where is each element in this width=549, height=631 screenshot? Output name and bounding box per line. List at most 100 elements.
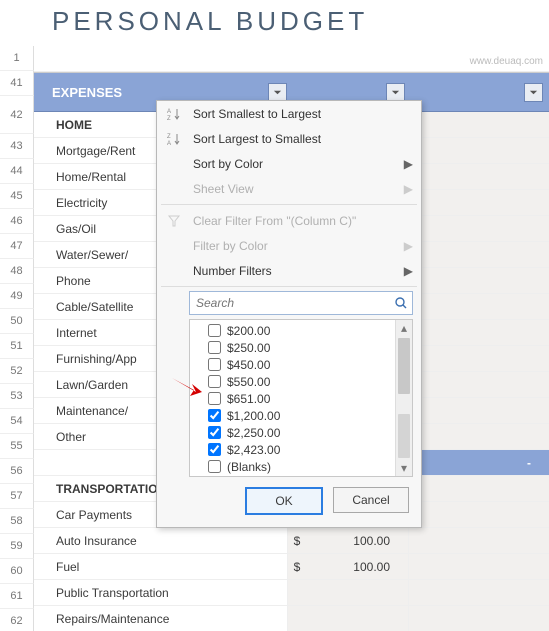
search-icon: [390, 296, 412, 310]
filter-checkbox[interactable]: [208, 392, 221, 405]
scroll-thumb-lower[interactable]: [398, 414, 410, 458]
row-number: 45: [0, 184, 34, 209]
row-number: 54: [0, 409, 34, 434]
cell-col-b[interactable]: [409, 372, 549, 397]
cell-col-b[interactable]: [409, 268, 549, 293]
cell-col-b[interactable]: $-: [409, 450, 549, 475]
filter-value-label: $1,200.00: [227, 409, 280, 423]
cell-col-a[interactable]: [287, 606, 409, 631]
svg-text:Z: Z: [167, 134, 171, 140]
cell-col-b[interactable]: [409, 346, 549, 371]
scroll-up-icon[interactable]: ▴: [396, 320, 412, 336]
row-number: 48: [0, 259, 34, 284]
svg-text:A: A: [167, 141, 171, 146]
filter-value-label: $200.00: [227, 324, 270, 338]
cell-col-b[interactable]: [409, 528, 549, 553]
row-number: 49: [0, 284, 34, 309]
row-number: 50: [0, 309, 34, 334]
filter-values-list[interactable]: $200.00 $250.00$450.00$550.00$651.00 $1,20…: [189, 319, 413, 477]
row-number: 44: [0, 159, 34, 184]
cell-col-b[interactable]: [409, 606, 549, 631]
filter-button-col-b[interactable]: [386, 83, 405, 102]
separator: [161, 286, 417, 287]
cell-col-b[interactable]: [409, 190, 549, 215]
cell-col-a[interactable]: $100.00: [287, 554, 409, 579]
filter-checkbox[interactable]: [208, 460, 221, 473]
cell-value: 100.00: [306, 560, 408, 574]
row-number: 41: [0, 71, 34, 96]
filter-value-item[interactable]: $550.00: [194, 373, 408, 390]
sort-ascending[interactable]: AZ Sort Smallest to Largest: [157, 101, 421, 126]
cell-value: -: [427, 456, 549, 470]
filter-search[interactable]: [189, 291, 413, 315]
cell-col-b[interactable]: [409, 580, 549, 605]
svg-text:A: A: [167, 109, 171, 115]
filter-checkbox[interactable]: [208, 358, 221, 371]
row-number: 51: [0, 334, 34, 359]
filter-button-col-c[interactable]: [524, 83, 543, 102]
filter-value-item[interactable]: $2,423.00: [194, 441, 408, 458]
menu-label: Sort Largest to Smallest: [193, 132, 413, 146]
cancel-button[interactable]: Cancel: [333, 487, 409, 513]
row-label: Fuel: [34, 560, 287, 574]
filter-value-label: $2,250.00: [227, 426, 280, 440]
filter-checkbox[interactable]: [208, 443, 221, 456]
svg-text:Z: Z: [167, 116, 171, 121]
cell-col-b[interactable]: [409, 242, 549, 267]
submenu-arrow-icon: ▶: [404, 182, 413, 196]
cell-col-a[interactable]: $100.00: [287, 528, 409, 553]
cell-col-b[interactable]: [409, 424, 549, 449]
filter-by-color: Filter by Color ▶: [157, 233, 421, 258]
filter-checkbox[interactable]: [208, 375, 221, 388]
row-number: 53: [0, 384, 34, 409]
cell-col-b[interactable]: [409, 112, 549, 137]
cell-col-b[interactable]: [409, 216, 549, 241]
ok-button[interactable]: OK: [245, 487, 323, 515]
filter-value-item[interactable]: $450.00: [194, 356, 408, 373]
cell-col-b[interactable]: [409, 398, 549, 423]
cell-col-b[interactable]: [409, 502, 549, 527]
cell-col-b[interactable]: [409, 294, 549, 319]
filter-value-label: $250.00: [227, 341, 270, 355]
row-label: Repairs/Maintenance: [34, 612, 287, 626]
cell-col-b[interactable]: [409, 554, 549, 579]
separator: [161, 204, 417, 205]
filter-checkbox[interactable]: [208, 409, 221, 422]
menu-label: Sort by Color: [193, 157, 396, 171]
cell-col-a[interactable]: [287, 580, 409, 605]
filter-search-input[interactable]: [190, 296, 390, 310]
filter-value-item[interactable]: $2,250.00: [194, 424, 408, 441]
cell-col-b[interactable]: [409, 164, 549, 189]
page-title: PERSONAL BUDGET: [52, 6, 368, 37]
row-number: 52: [0, 359, 34, 384]
filter-button-col-a[interactable]: [268, 83, 287, 102]
filter-value-item[interactable]: $250.00: [194, 339, 408, 356]
row-number: 43: [0, 134, 34, 159]
filter-checkbox[interactable]: [208, 426, 221, 439]
scrollbar[interactable]: ▴ ▾: [395, 320, 412, 476]
row-number: 56: [0, 459, 34, 484]
scroll-thumb[interactable]: [398, 338, 410, 394]
cell-col-b[interactable]: [409, 138, 549, 163]
scroll-down-icon[interactable]: ▾: [396, 460, 412, 476]
cell-col-b[interactable]: [409, 476, 549, 501]
submenu-arrow-icon: ▶: [404, 157, 413, 171]
filter-value-item[interactable]: $651.00: [194, 390, 408, 407]
sort-desc-icon: ZA: [163, 132, 185, 146]
filter-checkbox[interactable]: [208, 324, 221, 337]
filter-value-item[interactable]: (Blanks): [194, 458, 408, 475]
sort-by-color[interactable]: Sort by Color ▶: [157, 151, 421, 176]
filter-value-item[interactable]: $200.00: [194, 322, 408, 339]
sort-descending[interactable]: ZA Sort Largest to Smallest: [157, 126, 421, 151]
table-row: Auto Insurance$100.00: [34, 528, 549, 554]
clear-filter-icon: [163, 214, 185, 228]
row-number-gutter: 1414243444546474849505152535455565758596…: [0, 46, 34, 631]
number-filters[interactable]: Number Filters ▶: [157, 258, 421, 283]
menu-label: Sheet View: [193, 182, 396, 196]
cell-col-b[interactable]: [409, 320, 549, 345]
table-row: Public Transportation: [34, 580, 549, 606]
filter-value-item[interactable]: $1,200.00: [194, 407, 408, 424]
filter-checkbox[interactable]: [208, 341, 221, 354]
row-number: 1: [0, 46, 34, 71]
expenses-header-label: EXPENSES: [52, 85, 122, 100]
